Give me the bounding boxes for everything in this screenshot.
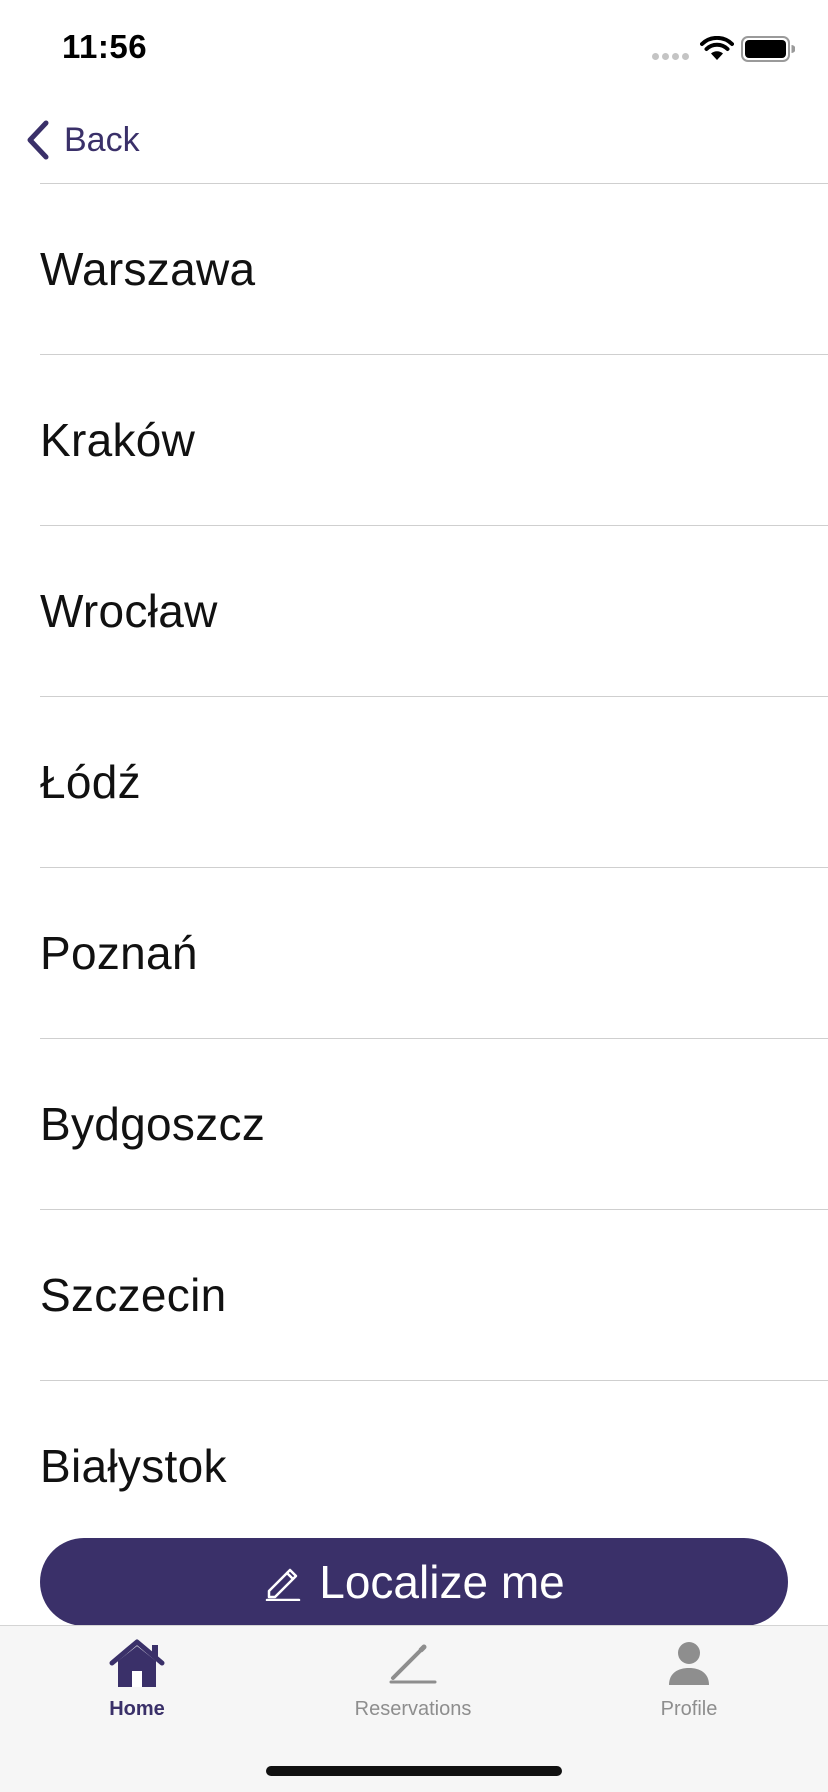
city-name: Warszawa [40, 242, 256, 295]
city-list-item-bydgoszcz[interactable]: Bydgoszcz [40, 1038, 828, 1209]
back-button[interactable]: Back [24, 115, 140, 165]
city-name: Szczecin [40, 1268, 227, 1321]
city-name: Wrocław [40, 584, 218, 637]
tab-home-label: Home [109, 1698, 165, 1720]
city-list-item-szczecin[interactable]: Szczecin [40, 1209, 828, 1380]
chevron-left-icon [27, 120, 49, 160]
tab-reservations[interactable]: Reservations [323, 1636, 503, 1736]
screen: 11:56 Back Warszawa Kraków Wrocław Łódź … [0, 0, 828, 1792]
city-name: Bydgoszcz [40, 1097, 266, 1150]
city-list-item-wroclaw[interactable]: Wrocław [40, 525, 828, 696]
tab-reservations-label: Reservations [354, 1698, 472, 1720]
pencil-icon [266, 1568, 301, 1601]
tab-home[interactable]: Home [47, 1636, 227, 1736]
person-icon [659, 1636, 719, 1692]
tab-profile[interactable]: Profile [599, 1636, 779, 1736]
city-list-item-lodz[interactable]: Łódź [40, 696, 828, 867]
city-list-item-bialystok[interactable]: Białystok [40, 1380, 828, 1551]
pen-icon [383, 1636, 443, 1692]
house-icon [107, 1636, 167, 1692]
back-button-label: Back [64, 120, 140, 159]
localize-me-label: Localize me [319, 1556, 565, 1608]
localize-me-button[interactable]: Localize me [40, 1538, 788, 1626]
status-time: 11:56 [62, 28, 148, 65]
home-indicator [266, 1766, 562, 1776]
battery-icon [741, 36, 795, 62]
city-list-item-krakow[interactable]: Kraków [40, 354, 828, 525]
tab-profile-label: Profile [660, 1698, 718, 1720]
city-name: Białystok [40, 1439, 227, 1492]
city-list-item-warszawa[interactable]: Warszawa [40, 183, 828, 354]
city-list-item-poznan[interactable]: Poznań [40, 867, 828, 1038]
city-name: Poznań [40, 926, 198, 979]
wifi-icon [700, 36, 734, 60]
city-name: Kraków [40, 413, 196, 466]
city-list: Warszawa Kraków Wrocław Łódź Poznań Bydg… [0, 183, 828, 1623]
cellular-signal-icon [652, 53, 689, 60]
status-bar: 11:56 [0, 0, 828, 100]
city-name: Łódź [40, 755, 141, 808]
